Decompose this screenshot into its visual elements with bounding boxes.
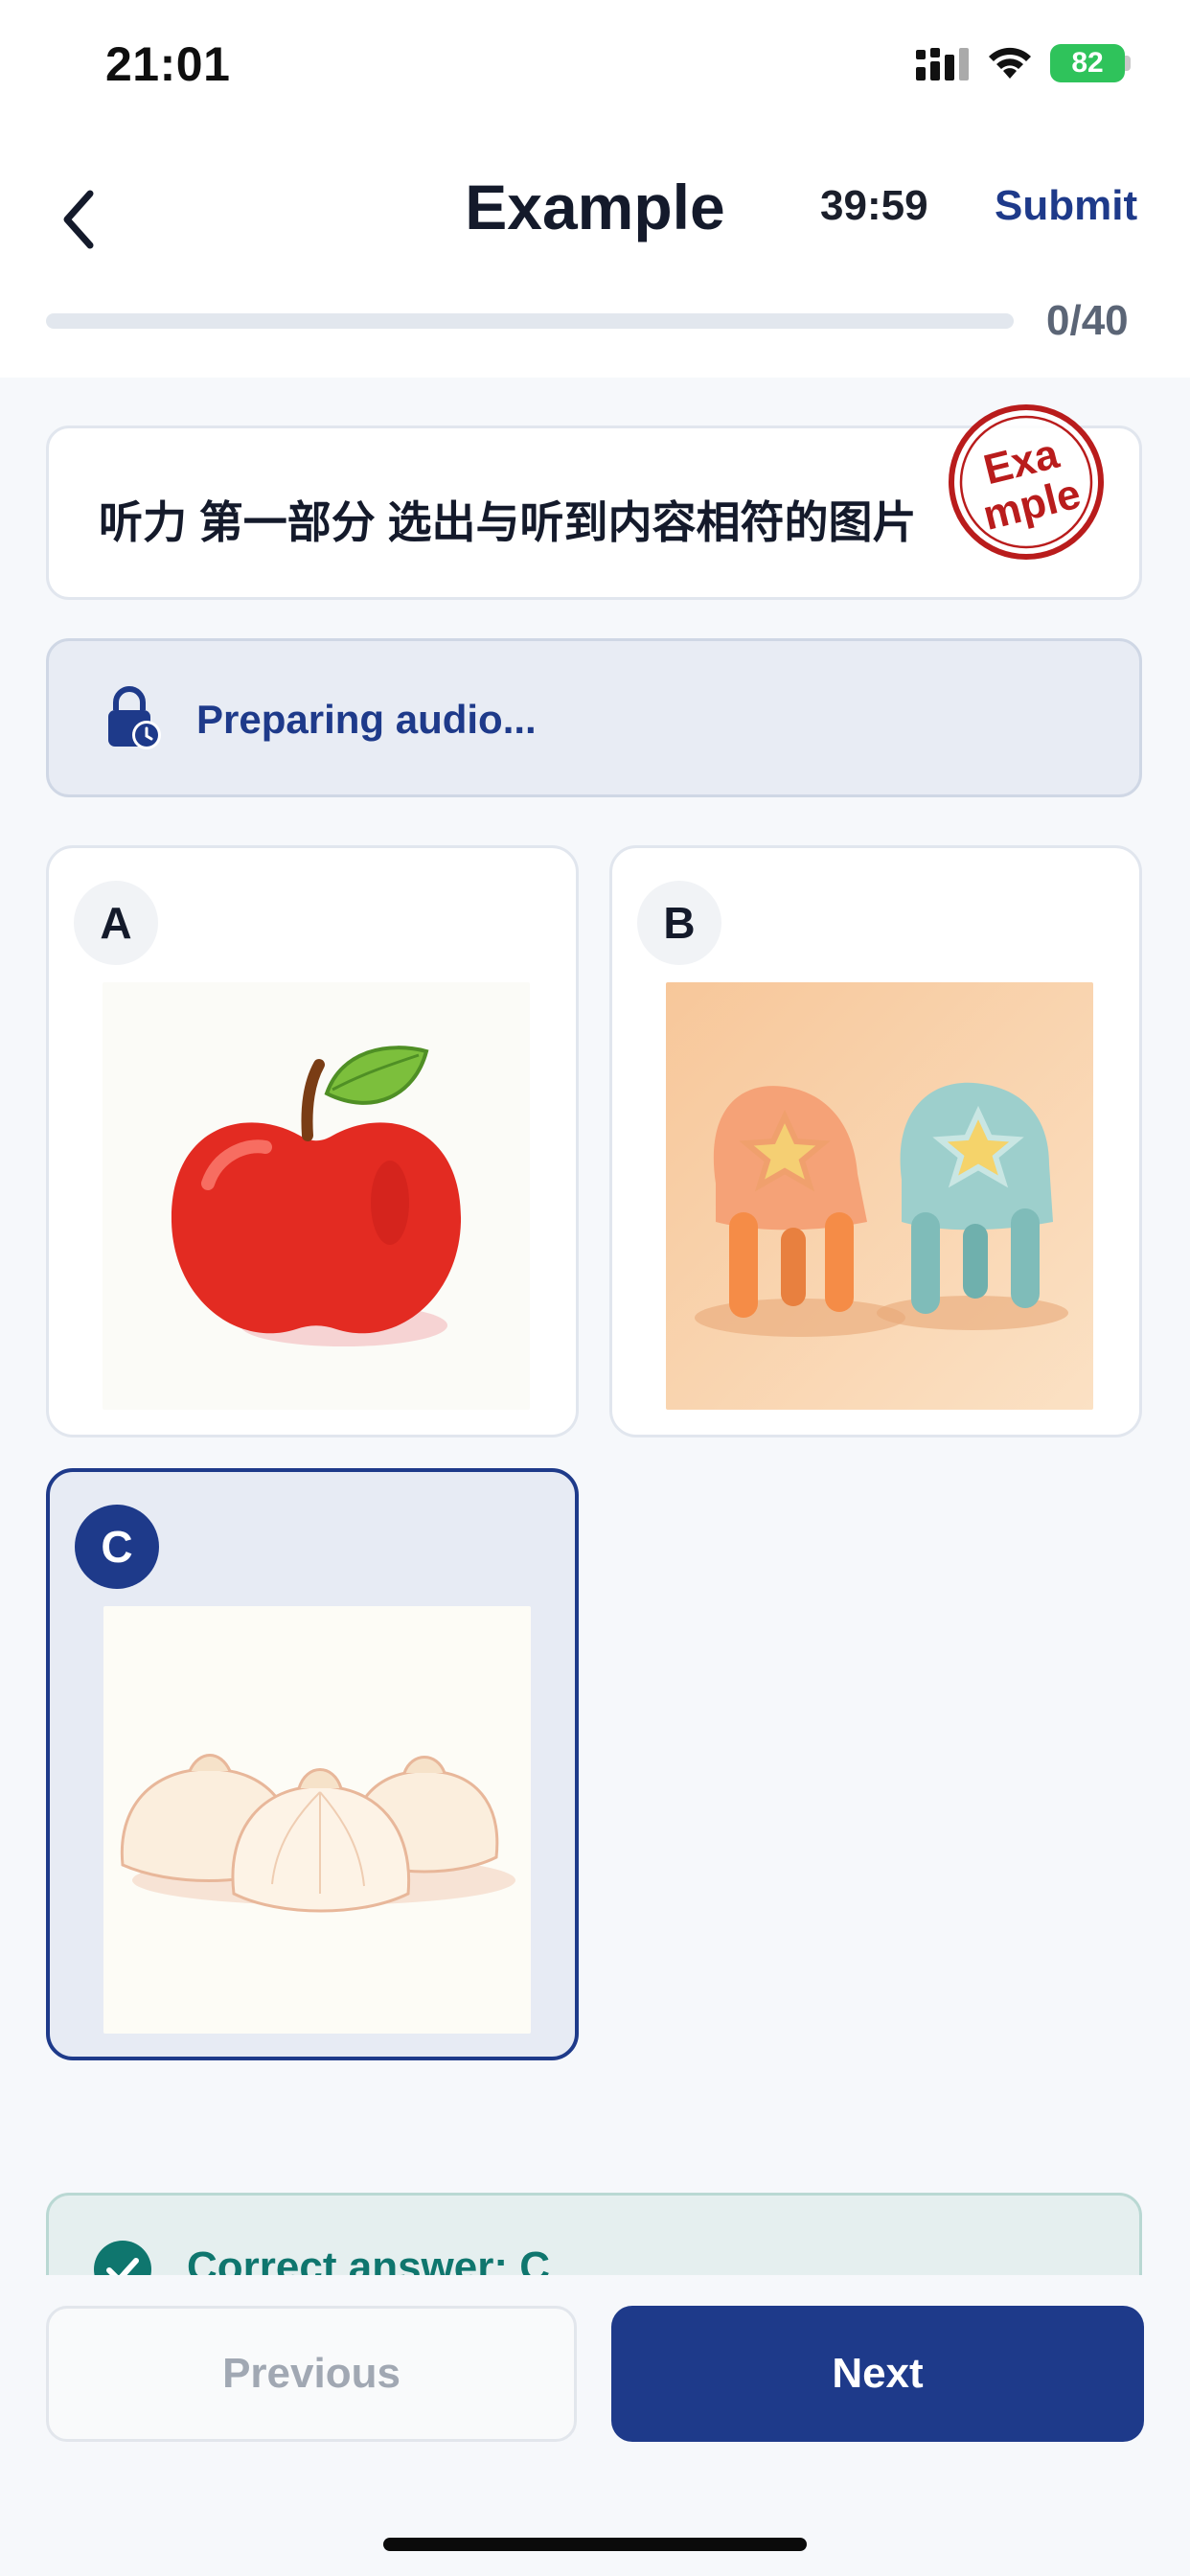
option-a[interactable]: A (46, 845, 579, 1438)
toy-chairs-image (666, 982, 1093, 1410)
previous-button[interactable]: Previous (46, 2306, 577, 2442)
question-text: 听力 第一部分 选出与听到内容相符的图片 (99, 497, 917, 547)
status-time: 21:01 (105, 37, 231, 91)
cellular-signal-icon (916, 48, 969, 80)
quiz-screen: 21:01 82 Example 39:59 Submit 0/40 听力 第一… (0, 0, 1190, 2576)
battery-indicator: 82 (1050, 44, 1125, 82)
option-c[interactable]: C (46, 1468, 579, 2060)
option-label: B (637, 881, 721, 965)
progress-bar (46, 313, 1014, 329)
option-b[interactable]: B (609, 845, 1142, 1438)
home-indicator (383, 2538, 807, 2551)
app-header: Example 39:59 Submit 0/40 (0, 128, 1190, 378)
next-button[interactable]: Next (611, 2306, 1144, 2442)
battery-level: 82 (1071, 47, 1104, 79)
audio-status-banner: Preparing audio... (46, 638, 1142, 797)
lock-clock-icon (108, 686, 161, 749)
steamed-buns-image (103, 1606, 531, 2034)
audio-status-text: Preparing audio... (196, 697, 537, 742)
example-stamp: Exa mple (949, 404, 1104, 560)
countdown-timer: 39:59 (820, 182, 928, 229)
option-label: A (74, 881, 158, 965)
apple-image (103, 982, 530, 1410)
progress-count: 0/40 (1046, 297, 1129, 344)
status-bar: 21:01 82 (0, 0, 1190, 128)
battery-tip (1125, 56, 1131, 71)
bottom-navigation: Previous Next (0, 2275, 1190, 2576)
wifi-icon (989, 47, 1031, 79)
submit-button[interactable]: Submit (995, 182, 1137, 230)
option-label: C (75, 1505, 159, 1589)
